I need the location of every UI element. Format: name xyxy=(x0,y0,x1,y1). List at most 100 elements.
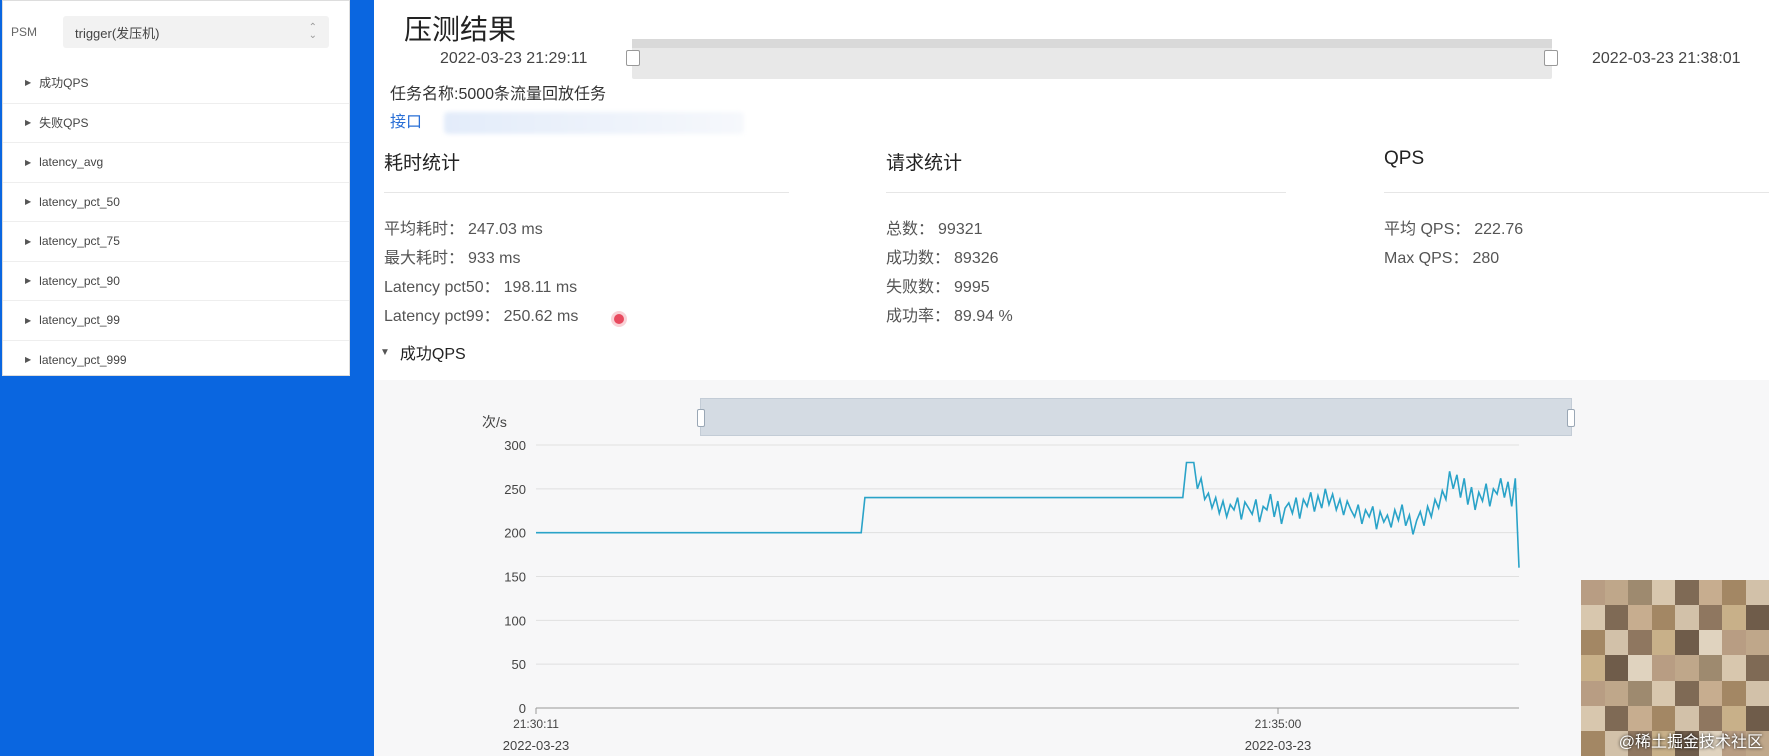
request-stats: 请求统计 总数： 99321 成功数： 89326 失败数： 9995 成功率： 89.94 … xyxy=(886,148,1286,331)
x-tick-date: 2022-03-23 xyxy=(503,738,570,753)
metric-label: latency_pct_90 xyxy=(39,273,120,288)
pixel-block xyxy=(1628,655,1652,681)
stat-value: 9995 xyxy=(954,279,990,296)
pixel-block xyxy=(1581,630,1605,656)
cursor-indicator xyxy=(614,314,624,324)
success-qps-section-toggle[interactable]: ▼ 成功QPS xyxy=(380,340,466,364)
pixel-block xyxy=(1698,655,1722,681)
psm-select-value: trigger(发压机) xyxy=(75,25,160,41)
psm-select[interactable]: trigger(发压机) ⌃ ⌄ xyxy=(63,16,329,48)
range-start-time: 2022-03-23 21:29:11 xyxy=(440,50,588,67)
pixel-block xyxy=(1698,630,1722,656)
metric-item[interactable]: ▶ latency_pct_99 xyxy=(3,300,349,340)
x-tick-date: 2022-03-23 xyxy=(1245,738,1312,753)
pixel-block xyxy=(1604,605,1628,631)
stat-row: 平均 QPS： 222.76 xyxy=(1384,215,1769,244)
updown-chevron-icon: ⌃ ⌄ xyxy=(308,22,317,41)
pixel-block xyxy=(1581,705,1605,731)
pixel-block xyxy=(1628,580,1652,606)
pixel-block xyxy=(1604,580,1628,606)
pixel-block xyxy=(1581,655,1605,681)
pixel-block xyxy=(1581,580,1605,606)
stat-row: 总数： 99321 xyxy=(886,215,1286,244)
pixel-block xyxy=(1581,730,1605,756)
metric-label: latency_avg xyxy=(39,155,104,170)
y-tick-label: 0 xyxy=(519,701,526,716)
pixel-block xyxy=(1651,655,1675,681)
pixel-block xyxy=(1628,680,1652,706)
range-end-time: 2022-03-23 21:38:01 xyxy=(1592,50,1741,67)
pixel-block xyxy=(1698,680,1722,706)
line-chart: 次/s 0 50 100 150 200 250 300 21:30:11 2022-03-23 2… xyxy=(482,414,1520,753)
caret-right-icon: ▶ xyxy=(25,276,32,286)
pixel-block xyxy=(1722,605,1746,631)
y-tick-label: 300 xyxy=(504,438,526,453)
stat-label: 成功数： xyxy=(886,250,951,267)
stat-row: 最大耗时： 933 ms xyxy=(384,244,789,273)
pixel-block xyxy=(1722,630,1746,656)
stat-label: Latency pct50： xyxy=(384,279,500,296)
psm-row: PSM trigger(发压机) ⌃ ⌄ xyxy=(3,1,349,63)
stat-label: Max QPS： xyxy=(1384,250,1469,267)
pixel-block xyxy=(1675,605,1699,631)
section-label: 成功QPS xyxy=(399,346,466,363)
range-end-handle[interactable] xyxy=(1544,50,1558,66)
latency-stats: 耗时统计 平均耗时： 247.03 ms 最大耗时： 933 ms Latency pc… xyxy=(384,148,789,331)
pixel-block xyxy=(1722,580,1746,606)
page-title: 压测结果 xyxy=(404,14,517,45)
pixel-block xyxy=(1745,605,1769,631)
interface-value-redacted xyxy=(444,112,744,134)
stat-label: 成功率： xyxy=(886,308,951,325)
task-name: 任务名称:5000条流量回放任务 xyxy=(390,86,607,103)
stat-row: Max QPS： 280 xyxy=(1384,244,1769,273)
stat-row: 失败数： 9995 xyxy=(886,273,1286,302)
qps-stats: QPS 平均 QPS： 222.76 Max QPS： 280 xyxy=(1384,148,1769,273)
pixel-block xyxy=(1745,580,1769,606)
main-panel: 压测结果 2022-03-23 21:29:11 2022-03-23 21:3… xyxy=(374,0,1769,756)
pixel-block xyxy=(1675,580,1699,606)
stat-value: 250.62 ms xyxy=(503,308,579,325)
stat-row: 成功率： 89.94 % xyxy=(886,302,1286,331)
time-range-slider[interactable] xyxy=(626,39,1558,79)
stat-label: Latency pct99： xyxy=(384,308,500,325)
y-tick-label: 150 xyxy=(504,570,526,585)
stat-label: 平均耗时： xyxy=(384,221,465,238)
metric-label: 成功QPS xyxy=(39,76,89,91)
metric-item[interactable]: ▶ 失败QPS xyxy=(3,102,349,143)
pixel-block xyxy=(1628,630,1652,656)
caret-right-icon: ▶ xyxy=(25,236,32,246)
metric-item[interactable]: ▶ latency_avg xyxy=(3,142,349,182)
metric-item[interactable]: ▶ latency_pct_50 xyxy=(3,181,349,222)
psm-label: PSM xyxy=(11,25,38,39)
metric-label: latency_pct_999 xyxy=(39,352,127,367)
watermark-text: @稀土掘金技术社区 xyxy=(1618,734,1763,751)
metric-item[interactable]: ▶ latency_pct_75 xyxy=(3,221,349,261)
range-start-handle[interactable] xyxy=(626,50,640,66)
pixel-block xyxy=(1581,605,1605,631)
stat-row: Latency pct99： 250.62 ms xyxy=(384,302,789,331)
pixel-block xyxy=(1745,630,1769,656)
interface-link[interactable]: 接口 xyxy=(390,108,422,132)
metric-item[interactable]: ▶ latency_pct_90 xyxy=(3,260,349,301)
metric-item[interactable]: ▶ 成功QPS xyxy=(3,63,349,103)
success-qps-chart: 次/s 0 50 100 150 200 250 300 21:30:11 2022-03-23 2… xyxy=(374,380,1769,756)
caret-right-icon: ▶ xyxy=(25,355,32,365)
range-band xyxy=(632,39,1552,48)
metric-list: ▶ 成功QPS ▶ 失败QPS ▶ latency_avg ▶ latency_pct_50 ▶… xyxy=(3,63,349,379)
y-tick-label: 250 xyxy=(504,482,526,497)
metric-label: latency_pct_50 xyxy=(39,194,120,209)
stat-value: 89326 xyxy=(954,250,999,267)
pixel-block xyxy=(1675,655,1699,681)
stat-row: 平均耗时： 247.03 ms xyxy=(384,215,789,244)
webcam-overlay: @稀土掘金技术社区 xyxy=(1581,580,1769,756)
pixel-block xyxy=(1628,605,1652,631)
pixel-block xyxy=(1651,580,1675,606)
divider xyxy=(1384,192,1769,193)
pixel-block xyxy=(1698,580,1722,606)
metric-item[interactable]: ▶ latency_pct_999 xyxy=(3,339,349,380)
caret-right-icon: ▶ xyxy=(25,197,32,207)
latency-rows: 平均耗时： 247.03 ms 最大耗时： 933 ms Latency pct50： 1… xyxy=(384,215,789,331)
pixel-block xyxy=(1698,605,1722,631)
stat-label: 最大耗时： xyxy=(384,250,465,267)
y-tick-label: 100 xyxy=(504,613,526,628)
